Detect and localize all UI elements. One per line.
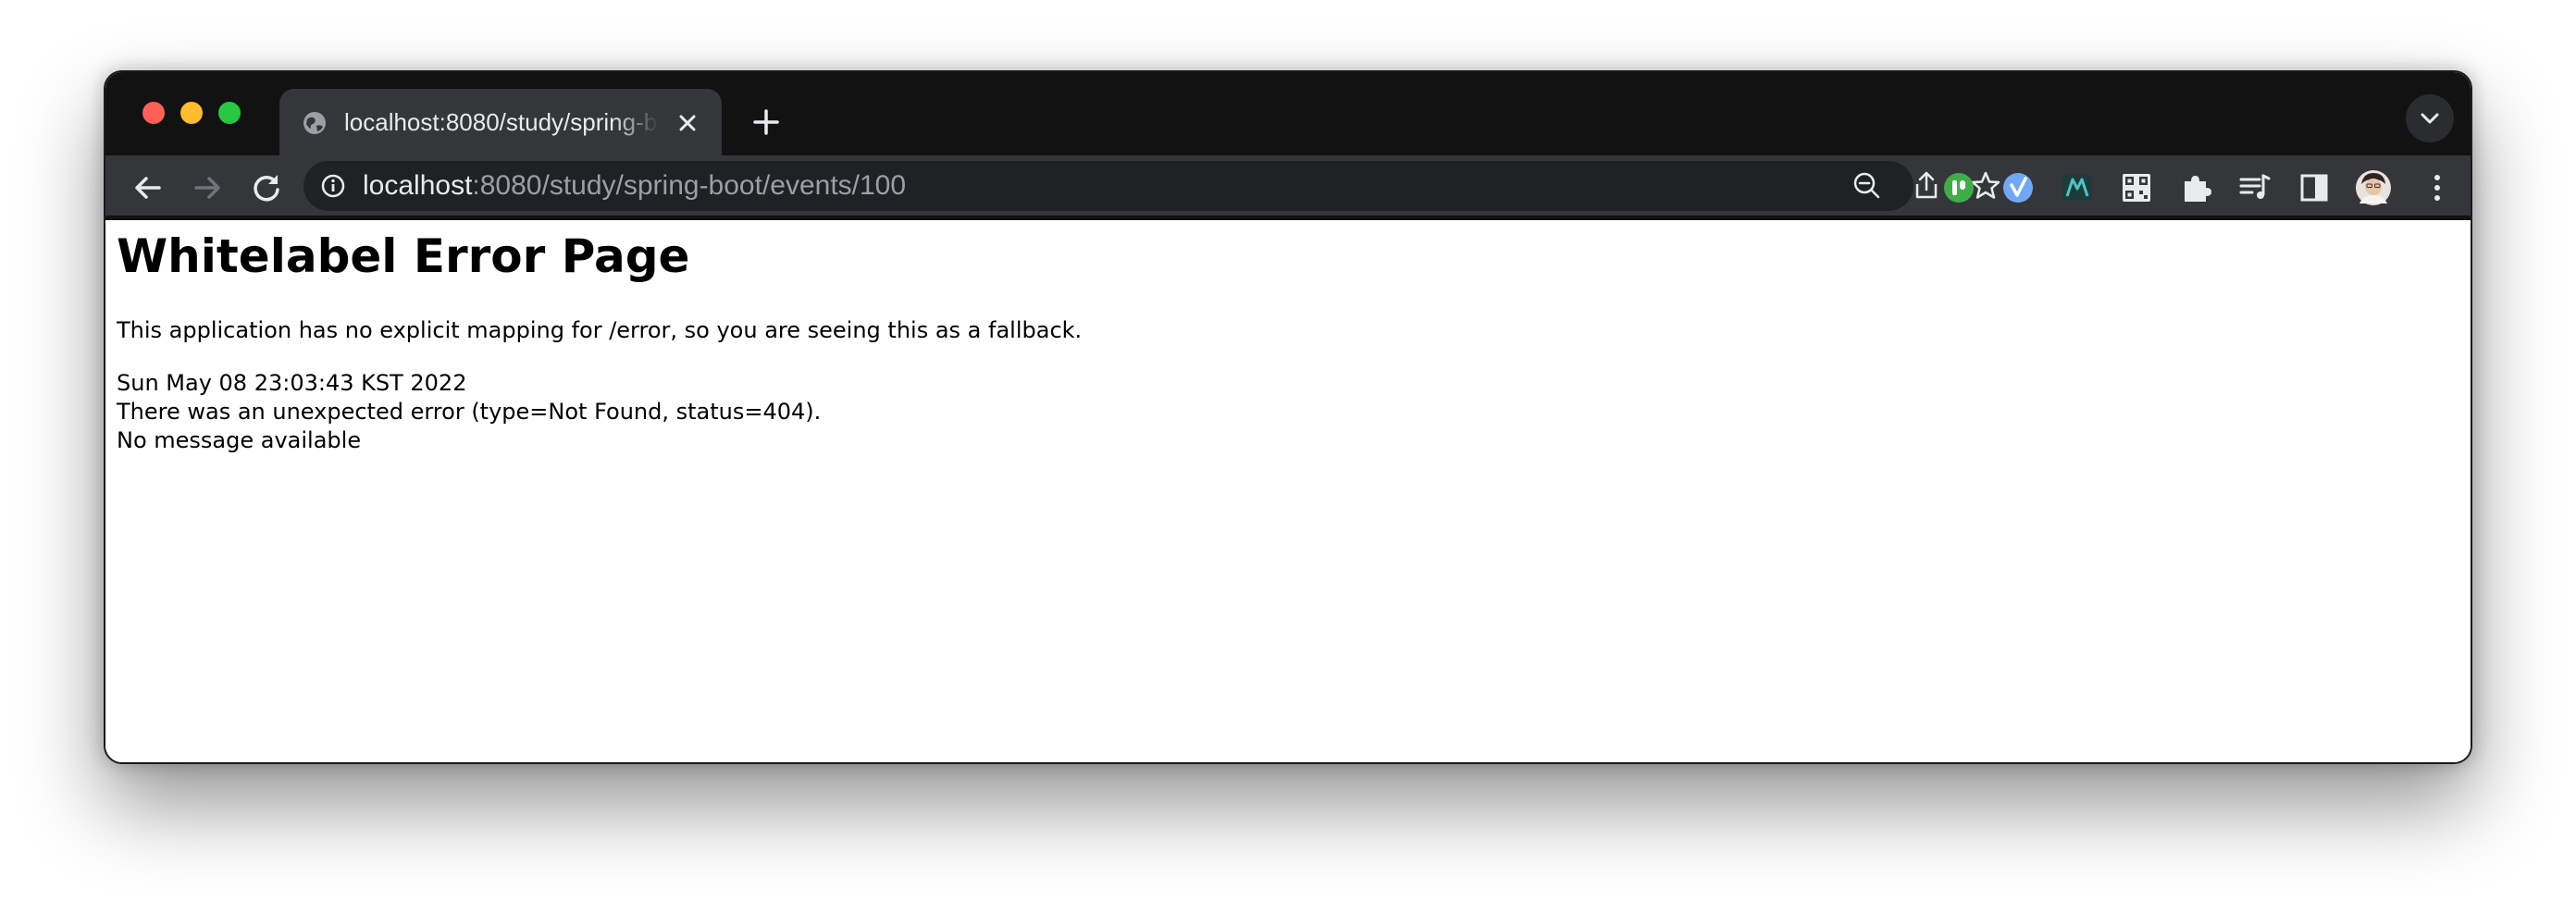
zoom-out-icon[interactable]	[1851, 169, 1884, 203]
share-icon[interactable]	[1910, 169, 1943, 203]
fallback-message: This application has no explicit mapping…	[117, 317, 1083, 343]
tab-strip: localhost:8080/study/spring-boot/events/…	[105, 72, 2471, 155]
tab-search-button[interactable]	[2406, 94, 2454, 142]
error-message: No message available	[117, 427, 362, 453]
tab-title: localhost:8080/study/spring-boot/events/…	[344, 108, 659, 136]
browser-tab[interactable]: localhost:8080/study/spring-boot/events/…	[279, 89, 722, 155]
error-description: There was an unexpected error (type=Not …	[117, 399, 822, 425]
page-title: Whitelabel Error Page	[117, 229, 690, 283]
error-details: Sun May 08 23:03:43 KST 2022 There was a…	[117, 369, 821, 455]
back-button[interactable]	[128, 167, 168, 208]
url-host: localhost	[363, 170, 473, 201]
side-panel-icon[interactable]	[2295, 168, 2334, 207]
browser-menu-icon[interactable]	[2417, 167, 2458, 208]
forward-button[interactable]	[187, 167, 228, 208]
page-content: Whitelabel Error Page This application h…	[105, 220, 2471, 762]
browser-window: localhost:8080/study/spring-boot/events/…	[104, 70, 2472, 764]
site-info-icon[interactable]	[320, 173, 346, 199]
url-path: :8080/study/spring-boot/events/100	[472, 170, 907, 201]
url-text[interactable]: localhost:8080/study/spring-boot/events/…	[363, 161, 906, 211]
new-tab-button[interactable]	[742, 98, 790, 146]
minimize-window-button[interactable]	[180, 102, 203, 124]
error-timestamp: Sun May 08 23:03:43 KST 2022	[117, 370, 467, 396]
reload-button[interactable]	[246, 167, 287, 208]
blue-check-extension-icon[interactable]	[1999, 168, 2037, 207]
address-bar[interactable]: localhost:8080/study/spring-boot/events/…	[303, 161, 2000, 211]
qr-code-extension-icon[interactable]	[2117, 168, 2156, 207]
reading-list-icon[interactable]	[2235, 168, 2274, 207]
puzzle-extensions-icon[interactable]	[2176, 168, 2215, 207]
profile-avatar[interactable]	[2354, 168, 2393, 207]
globe-icon	[303, 112, 326, 134]
teal-m-extension-icon[interactable]	[2058, 168, 2097, 207]
close-tab-icon[interactable]	[675, 111, 700, 135]
browser-toolbar: localhost:8080/study/spring-boot/events/…	[105, 155, 2471, 279]
green-extension-icon[interactable]	[1939, 168, 1978, 207]
close-window-button[interactable]	[142, 102, 165, 124]
maximize-window-button[interactable]	[218, 102, 241, 124]
